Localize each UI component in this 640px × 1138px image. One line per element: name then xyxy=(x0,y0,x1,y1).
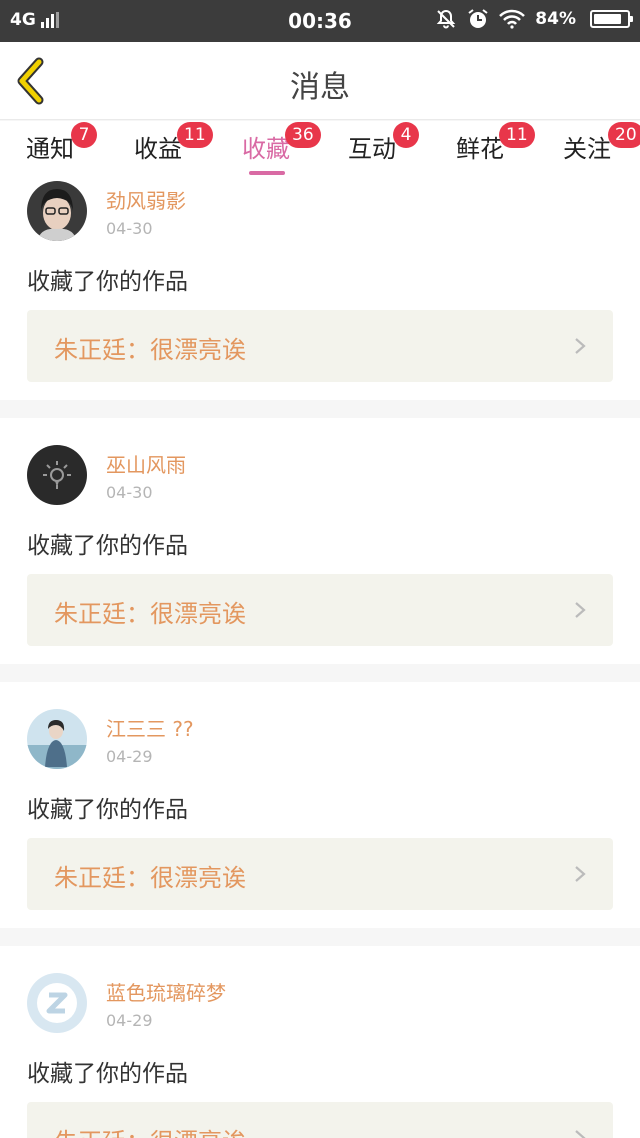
status-bar: 4G 00:36 84% xyxy=(0,0,640,42)
username[interactable]: 蓝色琉璃碎梦 xyxy=(106,977,226,1006)
alarm-clock-icon xyxy=(468,9,488,28)
tab-interactions[interactable]: 互动 4 xyxy=(348,122,419,179)
user-photo xyxy=(27,709,87,769)
list-item: 蓝色琉璃碎梦 04-29 收藏了你的作品 朱正廷：很漂亮诶 xyxy=(0,946,640,1138)
unread-badge: 36 xyxy=(285,122,321,148)
user-photo xyxy=(27,181,87,241)
message-date: 04-29 xyxy=(106,1011,153,1030)
action-text: 收藏了你的作品 xyxy=(27,797,188,823)
avatar[interactable] xyxy=(27,973,87,1033)
mute-bell-icon xyxy=(437,9,456,29)
unread-badge: 4 xyxy=(393,122,419,148)
chevron-right-icon xyxy=(575,866,586,882)
battery-fill xyxy=(594,14,621,24)
message-date: 04-30 xyxy=(106,219,153,238)
tab-following[interactable]: 关注 20 xyxy=(563,122,640,179)
active-tab-indicator xyxy=(249,171,285,175)
tab-bar: 通知 7 收益 11 收藏 36 互动 4 鲜花 11 关注 20 xyxy=(0,121,640,181)
tab-label: 收藏 xyxy=(242,135,290,163)
unread-badge: 7 xyxy=(71,122,97,148)
list-item: 江三三 ?? 04-29 收藏了你的作品 朱正廷：很漂亮诶 xyxy=(0,682,640,928)
avatar[interactable] xyxy=(27,709,87,769)
chevron-right-icon xyxy=(575,1130,586,1138)
tab-label: 互动 xyxy=(348,135,396,163)
tab-label: 鲜花 xyxy=(456,135,504,163)
username[interactable]: 劲风弱影 xyxy=(106,185,186,214)
action-text: 收藏了你的作品 xyxy=(27,1061,188,1087)
message-date: 04-30 xyxy=(106,483,153,502)
tab-label: 通知 xyxy=(26,135,74,163)
quote-text: 朱正廷：很漂亮诶 xyxy=(54,336,246,364)
username[interactable]: 江三三 ?? xyxy=(106,713,194,742)
unread-badge: 11 xyxy=(499,122,535,148)
battery-percent: 84% xyxy=(535,9,576,29)
chevron-right-icon xyxy=(575,602,586,618)
work-preview[interactable]: 朱正廷：很漂亮诶 xyxy=(27,838,613,910)
quote-text: 朱正廷：很漂亮诶 xyxy=(54,1122,246,1138)
tab-earnings[interactable]: 收益 11 xyxy=(134,122,213,179)
tab-notifications[interactable]: 通知 7 xyxy=(26,122,97,179)
unread-badge: 20 xyxy=(608,122,640,148)
message-date: 04-29 xyxy=(106,747,153,766)
list-item: 劲风弱影 04-30 收藏了你的作品 朱正廷：很漂亮诶 xyxy=(0,181,640,400)
page-title: 消息 xyxy=(290,70,350,105)
chevron-right-icon xyxy=(575,338,586,354)
tab-label: 关注 xyxy=(563,135,611,163)
action-text: 收藏了你的作品 xyxy=(27,269,188,295)
action-text: 收藏了你的作品 xyxy=(27,533,188,559)
work-preview[interactable]: 朱正廷：很漂亮诶 xyxy=(27,310,613,382)
tab-favorites[interactable]: 收藏 36 xyxy=(242,122,321,179)
list-item: 巫山风雨 04-30 收藏了你的作品 朱正廷：很漂亮诶 xyxy=(0,418,640,664)
default-avatar-icon xyxy=(27,973,87,1033)
username[interactable]: 巫山风雨 xyxy=(106,449,186,478)
quote-text: 朱正廷：很漂亮诶 xyxy=(54,600,246,628)
quote-text: 朱正廷：很漂亮诶 xyxy=(54,864,246,892)
header: 消息 xyxy=(0,42,640,120)
work-preview[interactable]: 朱正廷：很漂亮诶 xyxy=(27,574,613,646)
work-preview[interactable]: 朱正廷：很漂亮诶 xyxy=(27,1102,613,1138)
tab-label: 收益 xyxy=(134,135,182,163)
battery-icon xyxy=(590,10,633,28)
message-list[interactable]: 劲风弱影 04-30 收藏了你的作品 朱正廷：很漂亮诶 巫山风雨 04-30 收… xyxy=(0,181,640,1138)
avatar[interactable] xyxy=(27,181,87,241)
unread-badge: 11 xyxy=(177,122,213,148)
tab-flowers[interactable]: 鲜花 11 xyxy=(456,122,535,179)
user-photo xyxy=(27,445,87,505)
wifi-icon xyxy=(499,9,526,29)
avatar[interactable] xyxy=(27,445,87,505)
